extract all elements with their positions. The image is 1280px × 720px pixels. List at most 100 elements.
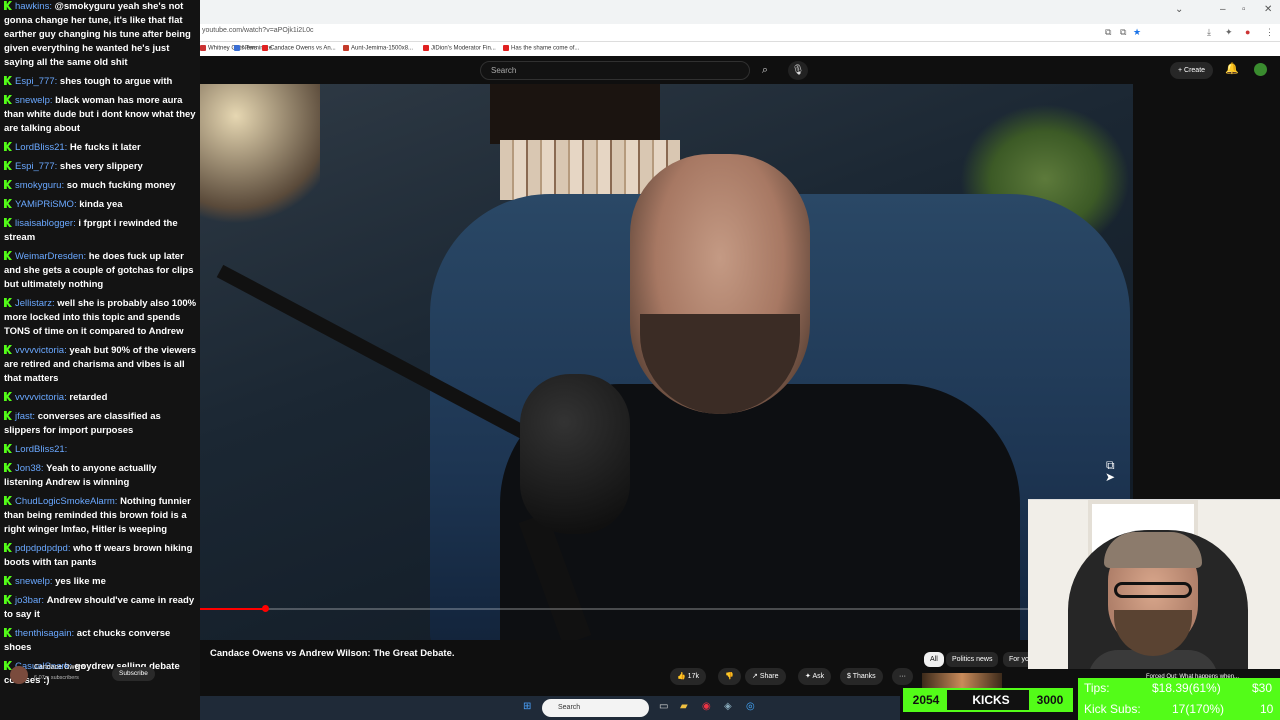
maximize-icon[interactable]: ▫	[1242, 4, 1246, 15]
like-button[interactable]: 👍 17k	[670, 668, 706, 685]
chat-text: kinda yea	[79, 199, 123, 210]
chat-message: Jellistarz: well she is probably also 10…	[4, 297, 197, 339]
chat-text: retarded	[69, 392, 108, 403]
subs-label: Kick Subs:	[1084, 702, 1141, 716]
discord-icon[interactable]: ◈	[724, 701, 732, 712]
channel-avatar[interactable]	[10, 666, 28, 684]
chat-username[interactable]: snewelp:	[15, 576, 55, 587]
channel-name[interactable]: Candace Owens	[34, 664, 86, 671]
chat-message: pdpdpdpdpd: who tf wears brown hiking bo…	[4, 542, 197, 570]
lamp-background	[200, 84, 320, 244]
create-button[interactable]: + Create	[1170, 62, 1214, 79]
share-button[interactable]: ↗ Share	[745, 668, 786, 685]
close-icon[interactable]: ✕	[1264, 4, 1272, 15]
video-player[interactable]: ⧉	[200, 84, 1133, 640]
avatar[interactable]	[1254, 63, 1267, 76]
chat-username[interactable]: lisaisablogger:	[15, 218, 78, 229]
chat-message: snewelp: black woman has more aura than …	[4, 94, 197, 136]
chat-message: ChudLogicSmokeAlarm: Nothing funnier tha…	[4, 495, 197, 537]
video-title: Candace Owens vs Andrew Wilson: The Grea…	[210, 648, 455, 659]
kick-badge-icon	[4, 1, 12, 10]
kick-badge-icon	[4, 161, 12, 170]
microphone-icon[interactable]: 🎙	[788, 61, 808, 80]
dislike-button[interactable]: 👎	[718, 668, 741, 685]
chat-username[interactable]: jfast:	[15, 411, 38, 422]
tips-value: $18.39(61%)	[1152, 681, 1221, 695]
subs-value: 17(170%)	[1172, 702, 1225, 716]
download-icon[interactable]: ⤓	[1207, 27, 1211, 38]
kick-badge-icon	[4, 628, 12, 637]
chat-username[interactable]: snewelp:	[15, 95, 55, 106]
chat-message: LordBliss21: He fucks it later	[4, 141, 197, 155]
chat-username[interactable]: Jellistarz:	[15, 298, 57, 309]
taskbar-search[interactable]: Search	[542, 699, 649, 717]
bookmarks-bar: Whitney Gets Terminate... News Candace O…	[200, 42, 1280, 56]
bell-icon[interactable]: 🔔	[1225, 62, 1239, 75]
bookmark-item[interactable]: Has the shame come of...	[503, 45, 579, 52]
webcam-glasses	[1114, 582, 1192, 598]
chat-message: jo3bar: Andrew should've came in ready t…	[4, 594, 197, 622]
chat-message: Jon38: Yeah to anyone actuallly listenin…	[4, 462, 197, 490]
kicks-label: KICKS	[972, 693, 1010, 707]
menu-icon[interactable]: ⋮	[1265, 27, 1274, 38]
chat-username[interactable]: thenthisagain:	[15, 628, 77, 639]
progress-fill	[200, 608, 266, 610]
chat-username[interactable]: YAMiPRiSMO:	[15, 199, 79, 210]
chat-message: jfast: converses are classified as slipp…	[4, 410, 197, 438]
chat-username[interactable]: smokyguru:	[15, 180, 67, 191]
share-icon[interactable]: ⧉	[1120, 27, 1126, 38]
tips-goal: $30	[1252, 681, 1273, 695]
more-button[interactable]: ···	[892, 668, 913, 685]
address-text[interactable]: youtube.com/watch?v=aPOjk1i2L0c	[202, 27, 313, 34]
bookmark-item[interactable]: JiDion's Moderator Fin...	[423, 45, 496, 52]
minimize-icon[interactable]: –	[1220, 4, 1226, 15]
subscribe-button[interactable]: Subscribe	[112, 667, 155, 681]
file-explorer-icon[interactable]: ▰	[680, 701, 688, 712]
search-placeholder: Search	[491, 66, 517, 75]
chat-text: shes very slippery	[59, 161, 143, 172]
chat-message: YAMiPRiSMO: kinda yea	[4, 198, 197, 212]
share-label: Share	[759, 673, 779, 680]
bookmark-item[interactable]: News	[234, 45, 257, 52]
extensions-icon[interactable]: ⧉	[1105, 27, 1111, 38]
kick-badge-icon	[4, 444, 12, 453]
chat-username[interactable]: Espi_777:	[15, 161, 60, 172]
chat-username[interactable]: jo3bar:	[15, 595, 47, 606]
puzzle-icon[interactable]: ✦	[1225, 27, 1233, 38]
chat-username[interactable]: pdpdpdpdpd:	[15, 543, 73, 554]
address-bar[interactable]: youtube.com/watch?v=aPOjk1i2L0c ⧉ ⧉ ★ ⤓ …	[200, 24, 1280, 42]
filter-chip-all[interactable]: All	[924, 652, 944, 667]
kicks-current: 2054	[905, 690, 947, 710]
chat-username[interactable]: vvvvvictoria:	[15, 345, 69, 356]
bookmark-item[interactable]: Candace Owens vs An...	[262, 45, 336, 52]
channel-subscribers: 6.07m subscribers	[34, 675, 79, 681]
progress-track[interactable]	[200, 608, 1028, 610]
bookmark-item[interactable]: Aunt-Jemima-1500x8...	[343, 45, 413, 52]
star-icon[interactable]: ★	[1133, 27, 1141, 38]
search-input[interactable]: Search	[480, 61, 750, 80]
search-icon[interactable]: ⌕	[752, 61, 778, 80]
kick-badge-icon	[4, 218, 12, 227]
chat-username[interactable]: WeimarDresden:	[15, 251, 89, 262]
chat-username[interactable]: vvvvvictoria:	[15, 392, 69, 403]
chrome-icon[interactable]: ◉	[702, 701, 711, 712]
chat-username[interactable]: hawkins:	[15, 1, 55, 12]
windows-start-icon[interactable]: ⊞	[523, 701, 531, 712]
windows-taskbar: ⊞ Search ▭ ▰ ◉ ◈ ◎	[200, 696, 900, 720]
filter-chip-politics[interactable]: Politics news	[946, 652, 999, 667]
chat-message: Espi_777: shes tough to argue with	[4, 75, 197, 89]
chat-username[interactable]: Espi_777:	[15, 76, 60, 87]
chat-username[interactable]: ChudLogicSmokeAlarm:	[15, 496, 120, 507]
chat-username[interactable]: LordBliss21:	[15, 142, 70, 153]
chat-username[interactable]: Jon38:	[15, 463, 46, 474]
chevron-down-icon[interactable]: ⌄	[1175, 4, 1183, 15]
ask-button[interactable]: ✦ Ask	[798, 668, 832, 685]
task-view-icon[interactable]: ▭	[659, 701, 668, 712]
thanks-button[interactable]: $ Thanks	[840, 668, 883, 685]
kick-badge-icon	[4, 595, 12, 604]
kick-badge-icon	[4, 543, 12, 552]
profile-icon[interactable]: ●	[1245, 27, 1250, 37]
app-icon[interactable]: ◎	[746, 701, 755, 712]
chat-username[interactable]: LordBliss21:	[15, 444, 67, 455]
microphone	[520, 374, 630, 534]
